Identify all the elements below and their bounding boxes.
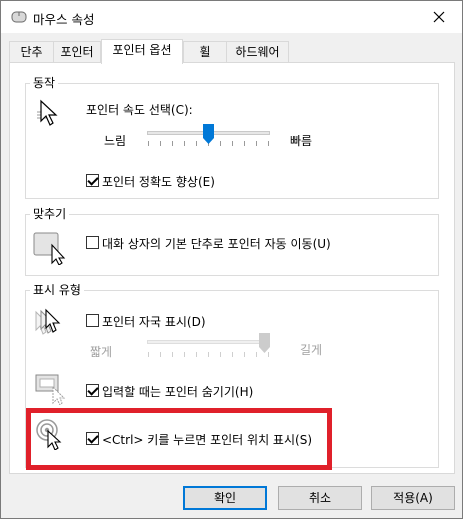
speed-label: 포인터 속도 선택(C): (86, 103, 193, 117)
hide-while-typing-label[interactable]: 입력할 때는 포인터 숨기기(H) (102, 383, 253, 400)
cancel-button[interactable]: 취소 (278, 486, 362, 510)
title-bar: 마우스 속성 (1, 1, 462, 33)
slider-tick (220, 352, 221, 357)
tab-strip: 단추 포인터 포인터 옵션 휠 하드웨어 (9, 39, 455, 64)
slider-tick (268, 141, 269, 146)
slider-tick (244, 141, 245, 146)
mouse-app-icon (11, 11, 27, 23)
visibility-legend: 표시 유형 (30, 282, 84, 298)
slider-tick (208, 352, 209, 357)
close-button[interactable] (416, 1, 462, 33)
tab-hardware[interactable]: 하드웨어 (226, 41, 289, 63)
hide-pointer-icon (35, 373, 69, 408)
slider-tick (256, 352, 257, 357)
trails-short-label: 짧게 (90, 345, 113, 359)
snapto-icon (33, 231, 69, 268)
slider-tick (232, 352, 233, 357)
snapto-checkbox[interactable] (86, 236, 99, 249)
apply-button[interactable]: 적용(A) (371, 486, 455, 510)
tab-pointer-options[interactable]: 포인터 옵션 (101, 39, 183, 64)
trails-slider-track[interactable] (147, 340, 270, 344)
slider-tick (196, 141, 197, 146)
slider-tick (148, 141, 149, 146)
slider-tick (172, 352, 173, 357)
close-icon (433, 11, 445, 23)
slider-tick (256, 141, 257, 146)
speed-slider-thumb[interactable] (203, 124, 214, 144)
precision-label[interactable]: 포인터 정확도 향상(E) (102, 173, 215, 190)
trails-label[interactable]: 포인터 자국 표시(D) (102, 313, 206, 330)
precision-checkbox[interactable] (86, 174, 99, 187)
snapto-label[interactable]: 대화 상자의 기본 단추로 포인터 자동 이동(U) (102, 235, 331, 252)
trails-long-label: 길게 (300, 343, 323, 357)
slider-tick (184, 141, 185, 146)
slider-tick (196, 352, 197, 357)
slider-tick (220, 141, 221, 146)
window-title: 마우스 속성 (33, 12, 95, 27)
motion-legend: 동작 (30, 75, 59, 91)
speed-fast-label: 빠름 (290, 134, 313, 148)
hide-while-typing-checkbox[interactable] (86, 384, 99, 397)
mouse-properties-window: 마우스 속성 단추 포인터 포인터 옵션 휠 하드웨어 동작 포인터 속도 선택… (0, 0, 463, 519)
pointer-trails-icon (33, 308, 69, 341)
trails-slider-thumb[interactable] (259, 333, 270, 353)
snapto-legend: 맞추기 (30, 206, 70, 222)
trails-checkbox[interactable] (86, 314, 99, 327)
ok-button[interactable]: 확인 (183, 486, 267, 510)
slider-tick (184, 352, 185, 357)
pointer-speed-icon (35, 99, 69, 132)
tab-wheel[interactable]: 휠 (183, 41, 227, 63)
trails-slider-ticks (148, 352, 269, 357)
speed-slow-label: 느림 (104, 134, 127, 148)
slider-tick (160, 141, 161, 146)
slider-tick (148, 352, 149, 357)
slider-tick (160, 352, 161, 357)
slider-tick (232, 141, 233, 146)
slider-tick (244, 352, 245, 357)
tab-buttons[interactable]: 단추 (9, 41, 54, 63)
highlight-box (26, 408, 332, 470)
slider-tick (172, 141, 173, 146)
tab-pointers[interactable]: 포인터 (53, 41, 101, 63)
